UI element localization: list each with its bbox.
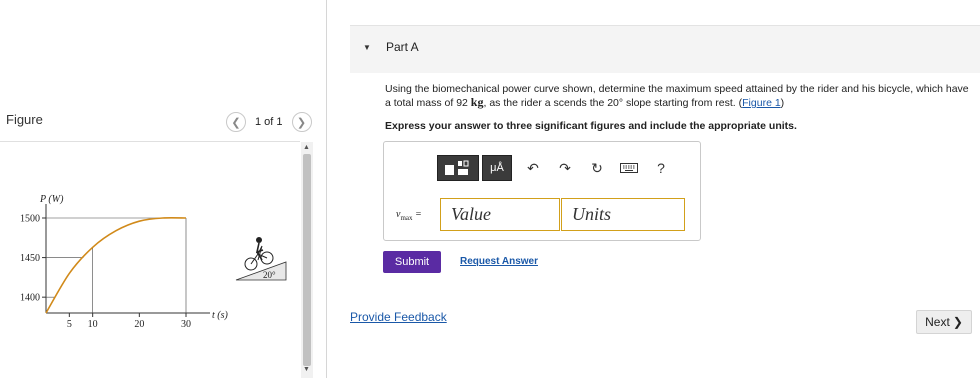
figure-pager: ❮ 1 of 1 ❯ (226, 112, 312, 132)
answer-variable-subscript: max (400, 214, 413, 222)
x-tick-label: 30 (181, 319, 191, 330)
power-curve-line (45, 216, 187, 314)
reset-icon[interactable]: ↻ (583, 155, 611, 181)
part-title: Part A (386, 40, 419, 54)
next-button[interactable]: Next ❯ (916, 310, 972, 334)
undo-icon[interactable]: ↶ (519, 155, 547, 181)
mass-unit: kg (470, 95, 484, 109)
cyclist-on-slope-illustration: 20° (235, 237, 287, 281)
slope-angle-label: 20° (263, 270, 276, 280)
y-tick-label: 1400 (20, 293, 40, 304)
y-tick-label: 1500 (20, 214, 40, 225)
equals-sign: = (415, 209, 422, 220)
y-axis-label: P (W) (39, 194, 64, 205)
chevron-right-icon: ❯ (952, 315, 963, 329)
keyboard-icon[interactable] (615, 155, 643, 181)
provide-feedback-link[interactable]: Provide Feedback (350, 310, 447, 324)
submit-button[interactable]: Submit (383, 251, 441, 273)
pane-divider[interactable] (326, 0, 327, 378)
next-label: Next (925, 315, 950, 329)
caret-down-icon[interactable]: ▼ (363, 43, 371, 52)
rider-body-icon (255, 242, 264, 261)
request-answer-link[interactable]: Request Answer (460, 256, 538, 267)
x-tick-label: 20 (134, 319, 144, 330)
scroll-down-icon[interactable]: ▼ (303, 366, 310, 373)
units-button[interactable]: μÅ (482, 155, 512, 181)
part-a-header[interactable]: ▼ Part A (350, 25, 980, 73)
x-tick-label: 10 (88, 319, 98, 330)
scroll-thumb[interactable] (303, 154, 311, 366)
x-tick-label: 5 (67, 319, 72, 330)
rider-head-icon (256, 237, 262, 243)
question-text-end: ) (780, 97, 785, 109)
slope-icon (235, 261, 287, 281)
x-axis-label: t (s) (212, 310, 229, 321)
y-tick-label: 1450 (20, 253, 40, 264)
y-ticks: 1500 1450 1400 (20, 214, 46, 304)
answer-instruction: Express your answer to three significant… (385, 120, 797, 132)
pager-text: 1 of 1 (255, 116, 283, 128)
x-ticks: 5 10 20 30 (67, 313, 191, 330)
chevron-right-icon[interactable]: ❯ (291, 112, 312, 132)
figure-scrollbar[interactable]: ▲ ▼ (301, 142, 313, 378)
chevron-left-icon[interactable]: ❮ (226, 112, 246, 132)
figure-link[interactable]: Figure 1 (742, 97, 781, 109)
guide-lines (46, 217, 187, 313)
question-text-middle: , as the rider a scends the 20° slope st… (483, 97, 743, 109)
figure-pane: Figure ❮ 1 of 1 ❯ P (W) t (s) 1500 1450 14… (0, 0, 330, 378)
units-input[interactable] (561, 198, 685, 231)
figure-title: Figure (6, 112, 43, 127)
math-toolbar: μÅ ↶ ↷ ↻ ? (437, 155, 675, 181)
value-input[interactable] (440, 198, 560, 231)
question-text: Using the biomechanical power curve show… (385, 83, 977, 110)
redo-icon[interactable]: ↷ (551, 155, 579, 181)
help-button[interactable]: ? (647, 155, 675, 181)
power-curve-chart: P (W) t (s) 1500 1450 1400 5 10 20 30 20° (20, 194, 287, 330)
scroll-up-icon[interactable]: ▲ (303, 144, 310, 151)
answer-variable-label: vmax = (396, 209, 422, 222)
templates-icon[interactable] (437, 155, 479, 181)
